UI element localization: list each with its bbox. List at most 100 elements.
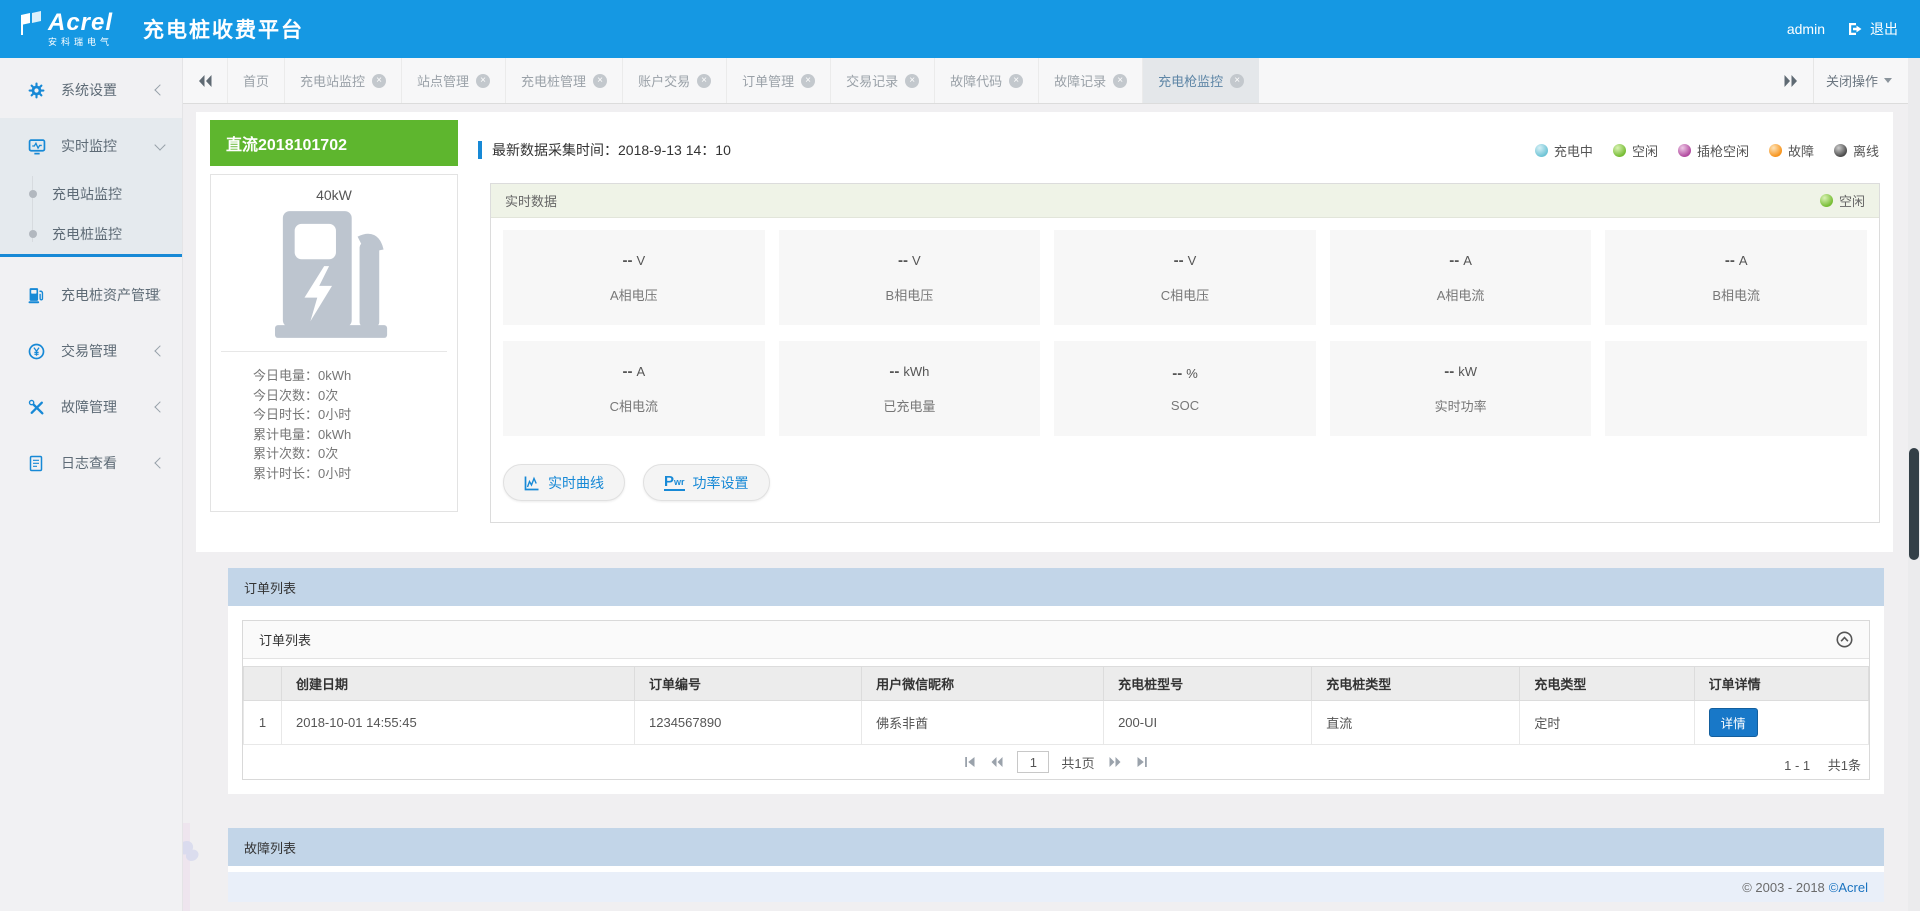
tab-label: 订单管理 (742, 74, 795, 89)
footer: © 2003 - 2018 ©Acrel (228, 872, 1884, 902)
sidebar-item-system-settings[interactable]: 系统设置 (0, 62, 182, 118)
table-header-row: 创建日期 订单编号 用户微信昵称 充电桩型号 充电桩类型 充电类型 订单详情 (243, 666, 1870, 701)
sidebar-item-charging-pile-monitor[interactable]: 充电桩监控 (0, 214, 182, 254)
cell-index: 1 (243, 700, 282, 745)
tab-account-transaction[interactable]: 账户交易 × (622, 58, 726, 103)
order-section-title: 订单列表 (244, 580, 297, 596)
fault-section-header: 故障列表 (228, 828, 1884, 866)
order-detail-button[interactable]: 详情 (1708, 708, 1758, 737)
sidebar-subitem-label: 充电站监控 (52, 186, 122, 202)
tabs-scroll-left-button[interactable] (183, 58, 227, 103)
charging-status-dot-icon (1534, 143, 1548, 157)
charging-pile-illustration-icon (275, 211, 388, 338)
tab-close-icon[interactable]: × (372, 73, 387, 88)
gear-icon (28, 81, 48, 99)
tab-label: 账户交易 (638, 74, 691, 89)
collapse-panel-button[interactable] (1836, 631, 1853, 648)
tab-fault-codes[interactable]: 故障代码 × (934, 58, 1038, 103)
logo-text: Acrel (48, 9, 114, 36)
acrel-flag-icon (21, 11, 41, 35)
sidebar-item-transaction-management[interactable]: 交易管理 (0, 323, 182, 379)
logout-button[interactable]: 退出 (1847, 19, 1898, 39)
tab-transaction-records[interactable]: 交易记录 × (830, 58, 934, 103)
tab-site-management[interactable]: 站点管理 × (401, 58, 505, 103)
page-number-input[interactable] (1017, 751, 1050, 773)
last-page-button[interactable] (1135, 755, 1149, 769)
column-pile-model: 充电桩型号 (1103, 666, 1313, 701)
log-icon (28, 454, 48, 472)
logo-subtext: 安科瑞电气 (48, 37, 114, 47)
tab-label: 充电桩管理 (521, 74, 587, 89)
yuan-circle-icon (28, 342, 48, 360)
sidebar-item-realtime-monitor[interactable]: 实时监控 (0, 118, 182, 174)
tab-home[interactable]: 首页 (227, 58, 284, 103)
order-table: 创建日期 订单编号 用户微信昵称 充电桩型号 充电桩类型 充电类型 订单详情 1… (243, 666, 1870, 745)
tile-empty (1605, 341, 1867, 436)
sidebar-item-pile-asset-management[interactable]: 充电桩资产管理 (0, 267, 182, 323)
legend-fault: 故障 (1768, 141, 1814, 160)
close-operations-label: 关闭操作 (1825, 74, 1878, 89)
column-wechat-nickname: 用户微信昵称 (861, 666, 1105, 701)
fault-section-title: 故障列表 (244, 840, 297, 856)
chevron-left-icon (154, 84, 166, 96)
first-page-button[interactable] (963, 755, 977, 769)
previous-page-button[interactable] (989, 755, 1005, 769)
tab-label: 站点管理 (417, 74, 470, 89)
sidebar-item-fault-management[interactable]: 故障管理 (0, 379, 182, 435)
header-bar: Acrel 安科瑞电气 充电桩收费平台 admin 退出 (0, 0, 1920, 58)
tab-close-icon[interactable]: × (697, 73, 712, 88)
tab-label: 交易记录 (846, 74, 899, 89)
accent-bar (478, 141, 482, 159)
tab-close-icon[interactable]: × (593, 73, 608, 88)
sidebar-item-label: 交易管理 (61, 343, 117, 359)
column-order-detail: 订单详情 (1693, 666, 1870, 701)
realtime-curve-button[interactable]: 实时曲线 (503, 464, 625, 501)
vertical-scrollbar-thumb[interactable] (1909, 448, 1919, 560)
total-pages-label: 共1页 (1061, 755, 1095, 771)
double-chevron-left-icon (199, 74, 212, 87)
table-row: 1 2018-10-01 14:55:45 1234567890 佛系非酋 20… (243, 700, 1870, 745)
vertical-scrollbar-track[interactable] (1908, 58, 1920, 911)
tab-close-icon[interactable]: × (1230, 73, 1245, 88)
idle-status-dot-icon (1612, 143, 1626, 157)
sidebar-item-charging-station-monitor[interactable]: 充电站监控 (0, 174, 182, 214)
tab-close-icon[interactable]: × (905, 73, 920, 88)
device-card: 直流2018101702 40kW 今日电量：0kWh 今日次数：0次 今日时长… (210, 120, 458, 512)
power-setting-button[interactable]: Pwr 功率设置 (643, 464, 770, 501)
tools-icon (28, 398, 48, 416)
tab-charging-gun-monitor[interactable]: 充电枪监控 × (1142, 58, 1260, 103)
next-page-button[interactable] (1107, 755, 1123, 769)
tab-charging-station-monitor[interactable]: 充电站监控 × (284, 58, 401, 103)
stat-today-count: 今日次数：0次 (253, 387, 339, 403)
circle-arrow-up-icon (1836, 631, 1853, 648)
legend-offline: 离线 (1833, 141, 1879, 160)
legend-plugged-idle: 插枪空闲 (1677, 141, 1749, 160)
chevron-left-icon (154, 345, 166, 357)
stat-total-energy: 累计电量：0kWh (253, 426, 352, 442)
record-range-label: 1 - 1 (1784, 758, 1811, 773)
tab-close-icon[interactable]: × (1113, 73, 1128, 88)
tab-fault-records[interactable]: 故障记录 × (1038, 58, 1142, 103)
tab-close-icon[interactable]: × (476, 73, 491, 88)
tab-close-icon[interactable]: × (1009, 73, 1024, 88)
tab-order-management[interactable]: 订单管理 × (726, 58, 830, 103)
sidebar-item-label: 充电桩资产管理 (61, 287, 159, 303)
device-title: 直流2018101702 (210, 120, 458, 166)
tab-pile-management[interactable]: 充电桩管理 × (505, 58, 622, 103)
order-list-panel: 订单列表 创建日期 订单编号 用户微信昵称 充电桩型号 充电桩类型 充电类型 订… (242, 620, 1870, 780)
sidebar-item-log-view[interactable]: 日志查看 (0, 435, 182, 491)
page-title: 充电桩收费平台 (143, 19, 305, 42)
sidebar-group-realtime-monitor: 实时监控 充电站监控 充电桩监控 (0, 118, 182, 257)
bullet-icon (29, 190, 37, 198)
legend-charging: 充电中 (1534, 141, 1593, 160)
fault-list-section: 故障列表 (228, 828, 1884, 872)
power-rating: 40kW (316, 187, 352, 203)
tabs-scroll-right-button[interactable] (1769, 74, 1813, 88)
logout-label: 退出 (1870, 21, 1898, 37)
order-panel-title: 订单列表 (259, 633, 312, 648)
tab-close-icon[interactable]: × (801, 73, 816, 88)
close-operations-dropdown[interactable]: 关闭操作 (1812, 58, 1908, 103)
gun-monitor-panel: 直流2018101702 40kW 今日电量：0kWh 今日次数：0次 今日时长… (196, 112, 1893, 552)
tile-phase-c-current: -- A C相电流 (503, 341, 765, 436)
tile-realtime-power: -- kW 实时功率 (1329, 341, 1592, 436)
